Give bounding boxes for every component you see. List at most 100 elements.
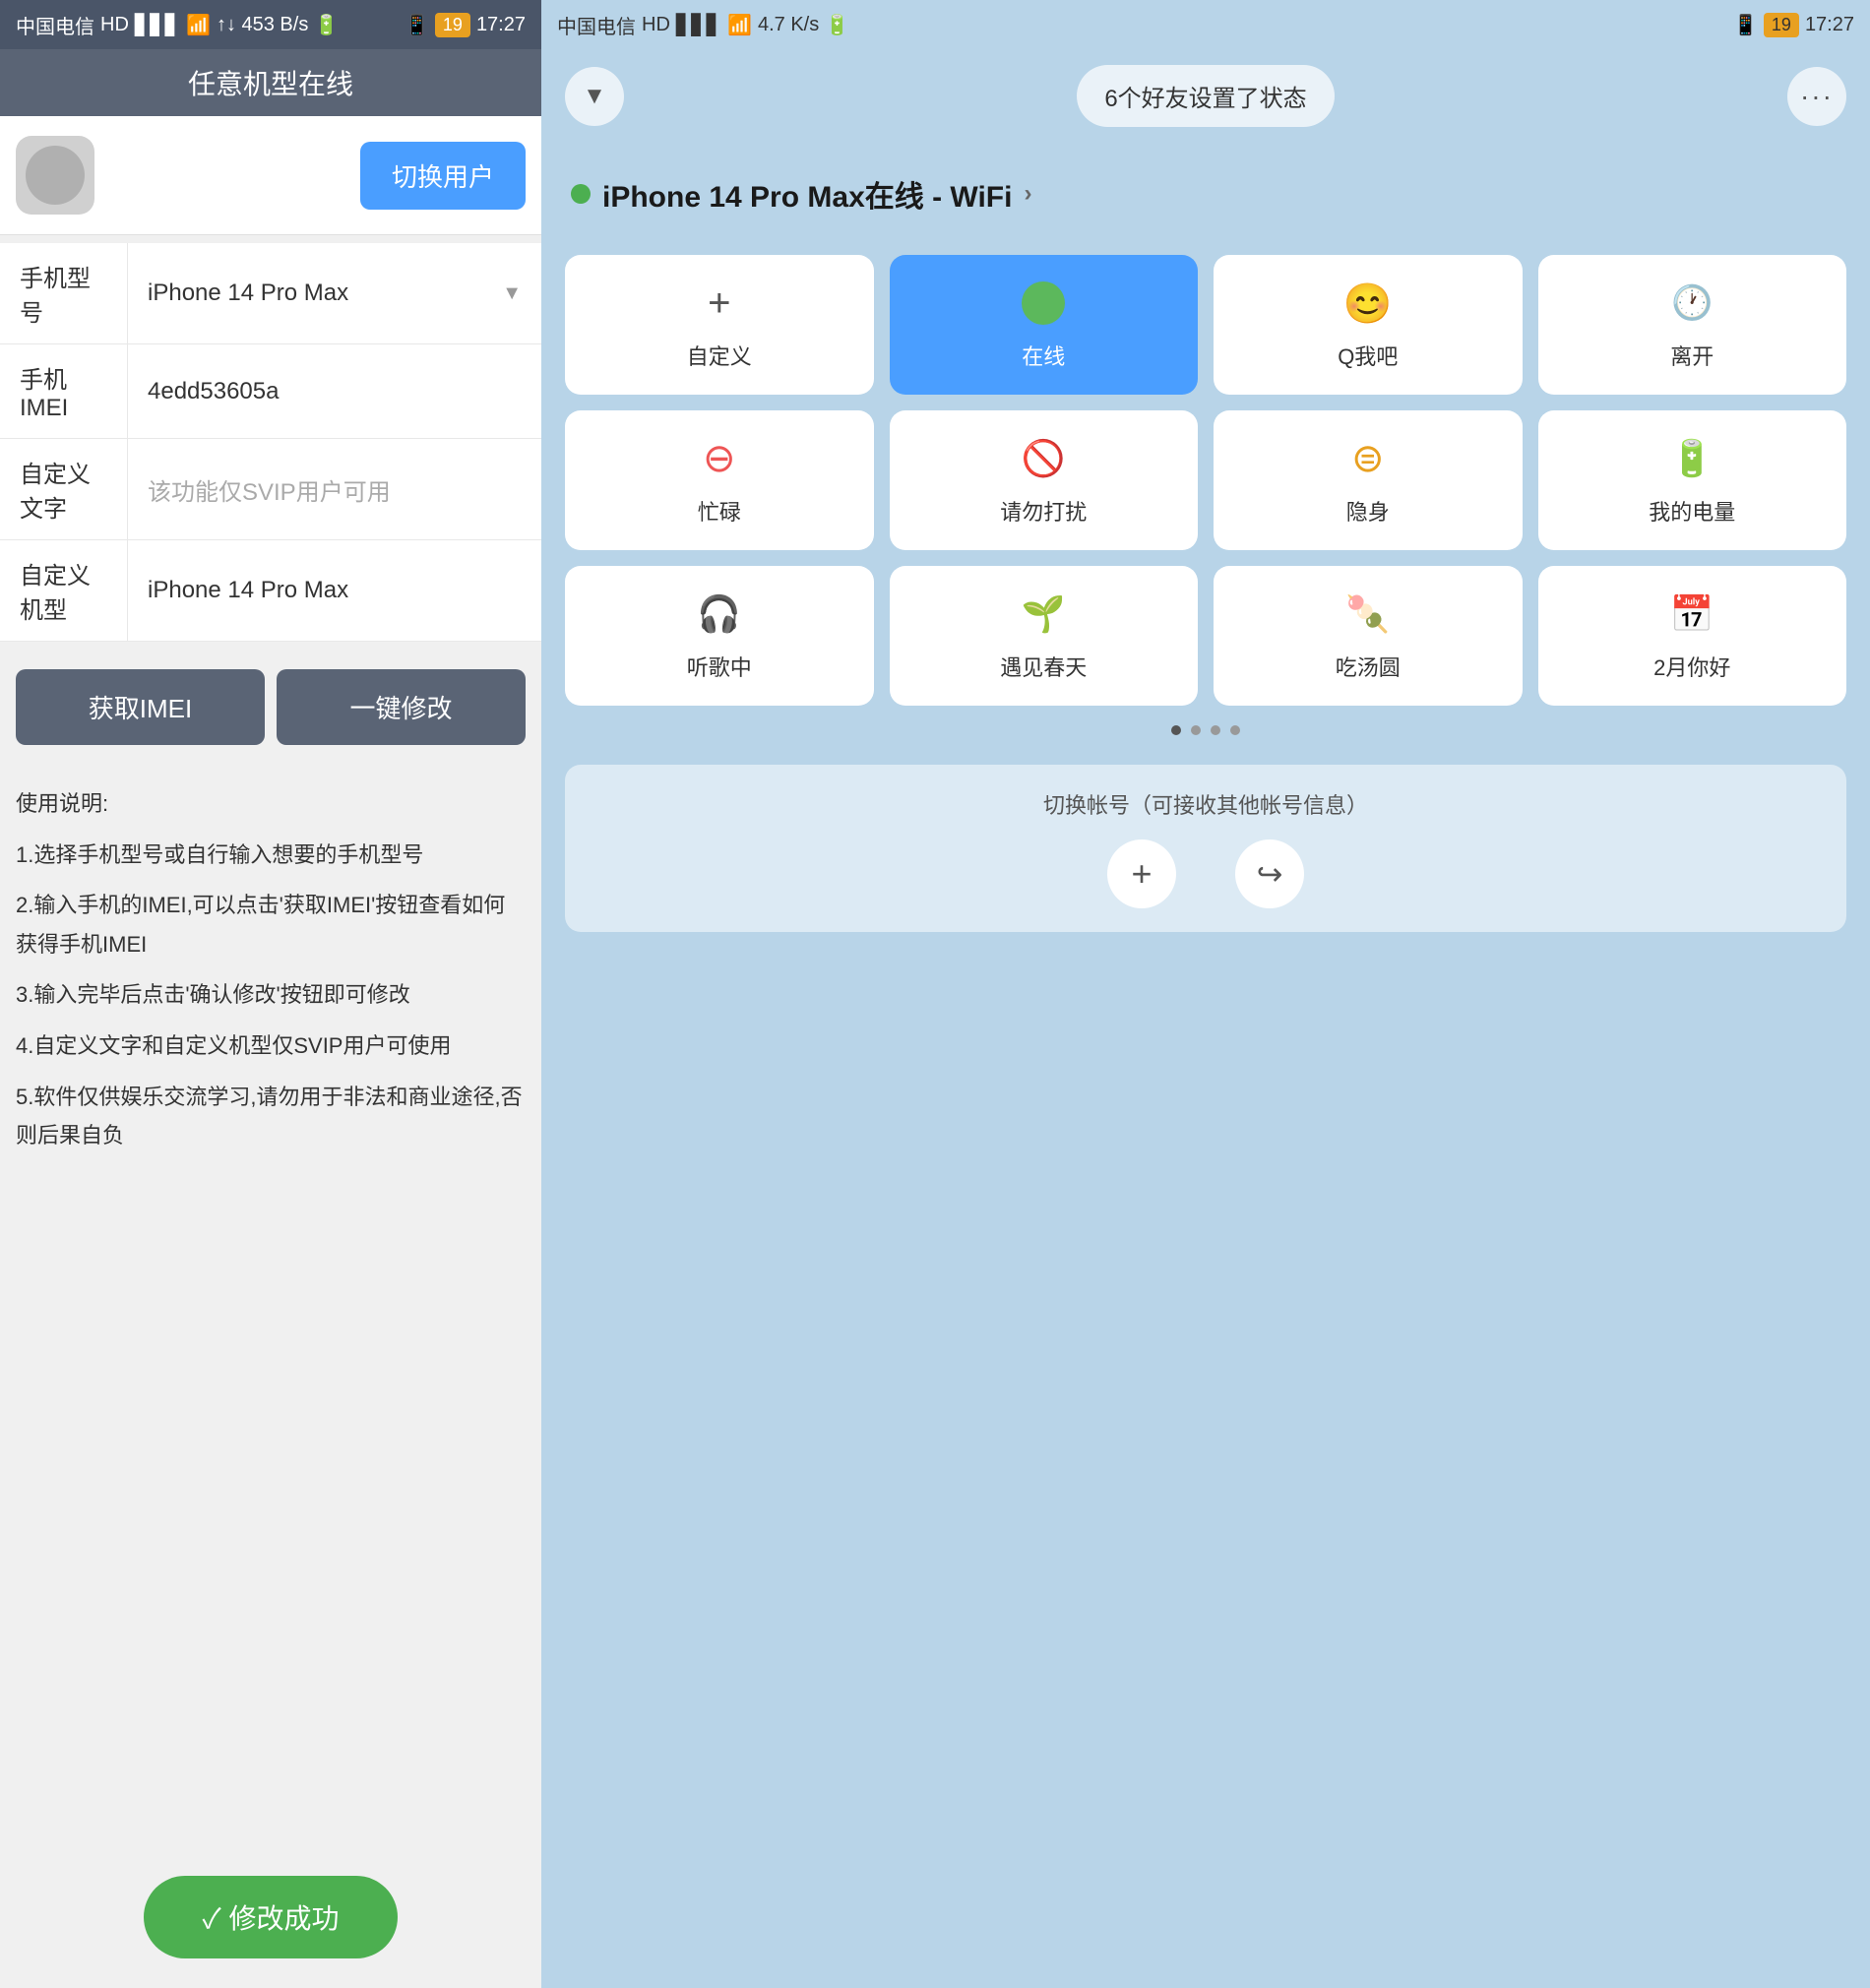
instructions-step1: 1.选择手机型号或自行输入想要的手机型号: [16, 836, 526, 875]
status-label-custom: 自定义: [687, 340, 752, 371]
time-left: 17:27: [476, 14, 526, 36]
status-item-online[interactable]: 在线: [890, 255, 1199, 395]
phone-model-value[interactable]: iPhone 14 Pro Max ▼: [128, 264, 541, 323]
screen-icon-left: 📱: [405, 13, 429, 37]
left-panel: 中国电信 HD ▋▋▋ 📶 ↑↓ 453 B/s 🔋 📱 19 17:27 任意…: [0, 0, 541, 1988]
top-nav: ▼ 6个好友设置了状态 ···: [541, 49, 1870, 143]
custom-text-row: 自定义文字 该功能仅SVIP用户可用: [0, 439, 541, 540]
screen-icon-right: 📱: [1733, 13, 1758, 37]
status-label-tangyuan: 吃汤圆: [1336, 651, 1401, 682]
action-buttons: 获取IMEI 一键修改: [0, 650, 541, 765]
instructions-title: 使用说明:: [16, 784, 526, 824]
title-text: 任意机型在线: [188, 69, 353, 99]
status-label-dnd: 请勿打扰: [1000, 495, 1087, 527]
status-bar-right: 中国电信 HD ▋▋▋ 📶 4.7 K/s 🔋 📱 19 17:27: [541, 0, 1870, 49]
title-bar: 任意机型在线: [0, 49, 541, 116]
status-item-invisible[interactable]: ⊜ 隐身: [1214, 410, 1523, 550]
status-item-battery[interactable]: 🔋 我的电量: [1538, 410, 1847, 550]
more-button[interactable]: ···: [1787, 67, 1846, 126]
instructions-step5: 5.软件仅供娱乐交流学习,请勿用于非法和商业途径,否则后果自负: [16, 1078, 526, 1155]
spring-icon: 🌱: [1019, 590, 1068, 639]
custom-text-value[interactable]: 该功能仅SVIP用户可用: [128, 457, 541, 523]
status-label-invisible: 隐身: [1346, 495, 1390, 527]
add-account-button[interactable]: +: [1107, 839, 1176, 908]
instructions-step4: 4.自定义文字和自定义机型仅SVIP用户可使用: [16, 1026, 526, 1066]
status-label-away: 离开: [1670, 340, 1714, 371]
phone-model-text: iPhone 14 Pro Max: [148, 280, 348, 307]
instructions: 使用说明: 1.选择手机型号或自行输入想要的手机型号 2.输入手机的IMEI,可…: [0, 765, 541, 1856]
status-label-feb: 2月你好: [1653, 651, 1730, 682]
switch-account-button[interactable]: ↪: [1235, 839, 1304, 908]
battery-icon: 🔋: [1667, 434, 1716, 483]
chevron-right-icon: ›: [1024, 180, 1031, 208]
right-panel: 中国电信 HD ▋▋▋ 📶 4.7 K/s 🔋 📱 19 17:27 ▼ 6个好…: [541, 0, 1870, 1988]
busy-icon: ⊖: [695, 434, 744, 483]
qme-emoji-icon: 😊: [1343, 279, 1393, 328]
custom-text-label: 自定义文字: [0, 439, 128, 539]
dnd-icon: 🚫: [1019, 434, 1068, 483]
friends-status-button[interactable]: 6个好友设置了状态: [1077, 65, 1334, 127]
status-label-online: 在线: [1022, 340, 1065, 371]
imei-row: 手机IMEI: [0, 344, 541, 439]
speed-left: ↑↓ 453 B/s: [217, 14, 308, 36]
status-right-right-info: 📱 19 17:27: [1733, 13, 1854, 37]
feb-calendar-icon: 📅: [1667, 590, 1716, 639]
status-item-spring[interactable]: 🌱 遇见春天: [890, 566, 1199, 706]
speed-right: 4.7 K/s: [758, 14, 819, 36]
imei-value[interactable]: [128, 362, 541, 421]
dot-2[interactable]: [1191, 725, 1201, 735]
status-item-dnd[interactable]: 🚫 请勿打扰: [890, 410, 1199, 550]
network-right: HD: [642, 14, 670, 36]
wifi-icon-right: 📶: [727, 13, 752, 37]
custom-model-label: 自定义机型: [0, 540, 128, 641]
avatar-circle: [26, 146, 85, 205]
online-dot: [571, 184, 591, 204]
form-section: 手机型号 iPhone 14 Pro Max ▼ 手机IMEI 自定义文字 该功…: [0, 243, 541, 642]
dot-3[interactable]: [1211, 725, 1220, 735]
status-item-listening[interactable]: 🎧 听歌中: [565, 566, 874, 706]
switch-account-section: 切换帐号（可接收其他帐号信息） + ↪: [565, 765, 1846, 932]
status-item-qme[interactable]: 😊 Q我吧: [1214, 255, 1523, 395]
online-green-icon: [1019, 279, 1068, 328]
custom-model-value[interactable]: iPhone 14 Pro Max: [128, 561, 541, 620]
instructions-step3: 3.输入完毕后点击'确认修改'按钮即可修改: [16, 975, 526, 1015]
instructions-step2: 2.输入手机的IMEI,可以点击'获取IMEI'按钮查看如何获得手机IMEI: [16, 886, 526, 963]
dropdown-arrow-icon: ▼: [502, 282, 522, 305]
status-right-info: 📱 19 17:27: [405, 13, 526, 37]
phone-model-label: 手机型号: [0, 243, 128, 343]
network-left: HD: [100, 14, 129, 36]
custom-text-placeholder: 该功能仅SVIP用户可用: [148, 472, 391, 507]
time-right: 17:27: [1805, 14, 1854, 36]
online-status: iPhone 14 Pro Max在线 - WiFi ›: [541, 143, 1870, 235]
away-clock-icon: 🕐: [1667, 279, 1716, 328]
imei-label: 手机IMEI: [0, 344, 128, 438]
switch-user-button[interactable]: 切换用户: [360, 142, 526, 210]
phone-model-row: 手机型号 iPhone 14 Pro Max ▼: [0, 243, 541, 344]
status-item-away[interactable]: 🕐 离开: [1538, 255, 1847, 395]
invisible-icon: ⊜: [1343, 434, 1393, 483]
status-right-left-info: 中国电信 HD ▋▋▋ 📶 4.7 K/s 🔋: [557, 11, 849, 39]
battery-pct-left: 19: [435, 13, 470, 37]
nav-down-button[interactable]: ▼: [565, 67, 624, 126]
status-item-busy[interactable]: ⊖ 忙碌: [565, 410, 874, 550]
battery-left: 🔋: [314, 13, 339, 37]
imei-input[interactable]: [148, 378, 522, 405]
success-button[interactable]: ✓ 修改成功: [144, 1876, 399, 1958]
listening-icon: 🎧: [695, 590, 744, 639]
custom-model-row: 自定义机型 iPhone 14 Pro Max: [0, 540, 541, 642]
status-item-feb[interactable]: 📅 2月你好: [1538, 566, 1847, 706]
carrier-right: 中国电信: [557, 11, 636, 39]
status-label-spring: 遇见春天: [1000, 651, 1087, 682]
carrier-left: 中国电信: [16, 11, 94, 39]
get-imei-button[interactable]: 获取IMEI: [16, 669, 265, 745]
dot-1[interactable]: [1171, 725, 1181, 735]
one-click-button[interactable]: 一键修改: [277, 669, 526, 745]
signal-bars-right: ▋▋▋: [676, 13, 721, 37]
signal-bars-left: ▋▋▋: [135, 13, 180, 37]
dot-4[interactable]: [1230, 725, 1240, 735]
status-item-tangyuan[interactable]: 🍡 吃汤圆: [1214, 566, 1523, 706]
status-item-custom[interactable]: + 自定义: [565, 255, 874, 395]
account-buttons: + ↪: [589, 839, 1823, 908]
battery-right: 🔋: [825, 13, 849, 37]
custom-model-text: iPhone 14 Pro Max: [148, 577, 348, 604]
